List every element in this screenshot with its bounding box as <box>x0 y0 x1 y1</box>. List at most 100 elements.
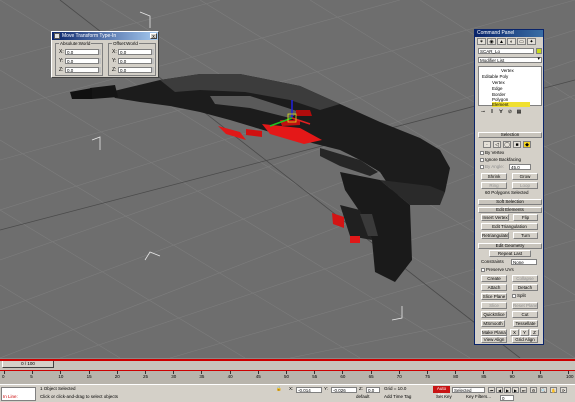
slice-plane-button[interactable]: Slice Plane <box>481 293 507 300</box>
close-icon[interactable]: x <box>150 33 157 40</box>
modifier-stack[interactable]: Vertex Editable Poly Vertex Edge Border … <box>478 66 542 107</box>
modify-tab-icon[interactable]: ◉ <box>487 38 496 45</box>
grow-button[interactable]: Grow <box>512 173 538 180</box>
command-panel[interactable]: Command Panel ✶ ◉ ▲ ◐ ▭ ✦ SCAR_Lo Modifi… <box>474 29 544 345</box>
lock-icon[interactable]: 🔒 <box>276 386 282 392</box>
key-mode-dropdown[interactable]: Selected <box>452 387 485 393</box>
remove-modifier-icon[interactable]: ⊘ <box>507 109 513 115</box>
stack-vertex[interactable]: Vertex <box>492 80 505 85</box>
collapse-button[interactable]: Collapse <box>512 275 538 282</box>
loop-button[interactable]: Loop <box>512 182 538 189</box>
x-coord-field[interactable]: -0.014 <box>296 387 322 393</box>
spinner[interactable] <box>98 67 101 73</box>
soft-selection-rollout-header[interactable]: Soft Selection <box>478 199 542 205</box>
polygon-mode-icon[interactable]: ■ <box>513 141 521 148</box>
stack-edge[interactable]: Edge <box>492 86 503 91</box>
zoom-icon[interactable]: 🔍 <box>540 387 547 393</box>
slice-button[interactable]: Slice <box>481 302 507 309</box>
pan-icon[interactable]: ✋ <box>550 387 557 393</box>
tessellate-button[interactable]: Tessellate <box>513 320 538 327</box>
goto-start-icon[interactable]: ⏮ <box>488 387 495 393</box>
offset-x-field[interactable]: 0.0 <box>118 49 152 55</box>
orbit-icon[interactable]: ⟳ <box>560 387 567 393</box>
planar-y-button[interactable]: Y <box>520 329 529 336</box>
selection-rollout-header[interactable]: Selection <box>478 132 542 138</box>
angle-field[interactable]: 45.0 <box>509 164 531 170</box>
configure-sets-icon[interactable]: ▦ <box>516 109 522 115</box>
time-config-icon[interactable]: ⚙ <box>530 387 537 393</box>
make-planar-button[interactable]: Make Planar <box>481 329 507 336</box>
msmooth-button[interactable]: MSmooth <box>481 320 505 327</box>
edge-mode-icon[interactable]: ◁ <box>493 141 501 148</box>
maxscript-listener[interactable]: In Line: <box>1 387 36 401</box>
create-tab-icon[interactable]: ✶ <box>477 38 486 45</box>
selection-set-text[interactable]: default <box>356 394 370 400</box>
insert-vertex-button[interactable]: Insert Vertex <box>481 214 509 221</box>
current-frame-field[interactable]: 0 <box>500 395 514 401</box>
time-slider[interactable]: 0 / 100 <box>2 360 54 368</box>
goto-end-icon[interactable]: ⏭ <box>520 387 527 393</box>
motion-tab-icon[interactable]: ◐ <box>507 38 516 45</box>
attach-button[interactable]: Attach <box>481 284 507 291</box>
add-time-tag[interactable]: Add Time Tag <box>384 394 411 400</box>
set-key-button[interactable]: Set Key <box>436 394 452 400</box>
quickslice-button[interactable]: QuickSlice <box>481 311 507 318</box>
turn-button[interactable]: Turn <box>513 232 538 239</box>
by-vertex-checkbox[interactable]: By Vertex <box>480 150 504 156</box>
command-panel-title[interactable]: Command Panel <box>475 30 543 37</box>
ring-button[interactable]: Ring <box>481 182 507 189</box>
edit-geometry-rollout-header[interactable]: Edit Geometry <box>478 243 542 249</box>
spinner[interactable] <box>151 49 154 55</box>
constraints-dropdown[interactable]: None <box>511 259 537 265</box>
flip-button[interactable]: Flip <box>513 214 538 221</box>
repeat-last-button[interactable]: Repeat Last <box>489 250 531 257</box>
make-unique-icon[interactable]: ∀ <box>498 109 504 115</box>
track-bar[interactable]: 0 5 10 15 20 25 30 35 40 45 50 55 60 65 70 75 80 85 90 95 10… <box>0 359 575 384</box>
by-angle-checkbox[interactable]: By Angle: <box>480 164 504 170</box>
object-name-field[interactable]: SCAR_Lo <box>478 48 534 54</box>
utilities-tab-icon[interactable]: ✦ <box>527 38 536 45</box>
offset-z-field[interactable]: 0.0 <box>118 67 152 73</box>
auto-key-button[interactable]: Auto Key <box>433 386 450 397</box>
z-coord-field[interactable]: 0.0 <box>366 387 380 393</box>
vertex-mode-icon[interactable]: · <box>483 141 491 148</box>
planar-z-button[interactable]: Z <box>530 329 539 336</box>
retriangulate-button[interactable]: Retriangulate <box>481 232 509 239</box>
display-tab-icon[interactable]: ▭ <box>517 38 526 45</box>
object-color-swatch[interactable] <box>536 48 542 54</box>
view-align-button[interactable]: View Align <box>481 336 507 343</box>
play-icon[interactable]: ▶ <box>504 387 511 393</box>
planar-x-button[interactable]: X <box>510 329 519 336</box>
next-frame-icon[interactable]: ▶ <box>512 387 519 393</box>
create-button[interactable]: Create <box>481 275 507 282</box>
spinner[interactable] <box>98 58 101 64</box>
modifier-list-dropdown[interactable]: Modifier List <box>478 57 542 63</box>
absolute-z-field[interactable]: 0.0 <box>65 67 99 73</box>
spinner[interactable] <box>151 58 154 64</box>
offset-y-field[interactable]: 0.0 <box>118 58 152 64</box>
reset-plane-button[interactable]: Reset Plane <box>512 302 538 309</box>
edit-elements-rollout-header[interactable]: Edit Elements <box>478 207 542 213</box>
border-mode-icon[interactable]: ◯ <box>503 141 511 148</box>
spinner[interactable] <box>98 49 101 55</box>
hierarchy-tab-icon[interactable]: ▲ <box>497 38 506 45</box>
preserve-uvs-checkbox[interactable]: Preserve UVs <box>481 267 514 273</box>
absolute-x-field[interactable]: 0.0 <box>65 49 99 55</box>
detach-button[interactable]: Detach <box>512 284 538 291</box>
stack-editable-poly[interactable]: Editable Poly <box>482 74 508 79</box>
key-filters-button[interactable]: Key Filters... <box>466 394 491 400</box>
prev-frame-icon[interactable]: ◀ <box>496 387 503 393</box>
ignore-backfacing-checkbox[interactable]: Ignore Backfacing <box>480 157 521 163</box>
stack-element[interactable]: Element <box>492 102 530 107</box>
shrink-button[interactable]: Shrink <box>481 173 507 180</box>
split-checkbox[interactable]: Split <box>512 293 526 299</box>
pin-stack-icon[interactable]: ⊸ <box>480 109 486 115</box>
stack-vertex-top[interactable]: Vertex <box>501 68 514 73</box>
grid-align-button[interactable]: Grid Align <box>512 336 538 343</box>
y-coord-field[interactable]: -0.026 <box>331 387 357 393</box>
element-mode-icon[interactable]: ◆ <box>523 141 531 148</box>
edit-triangulation-button[interactable]: Edit Triangulation <box>481 223 538 230</box>
spinner[interactable] <box>151 67 154 73</box>
dialog-title-bar[interactable]: Move Transform Type-In x <box>52 32 158 40</box>
move-transform-type-in-dialog[interactable]: Move Transform Type-In x Absolute:World … <box>51 31 159 78</box>
